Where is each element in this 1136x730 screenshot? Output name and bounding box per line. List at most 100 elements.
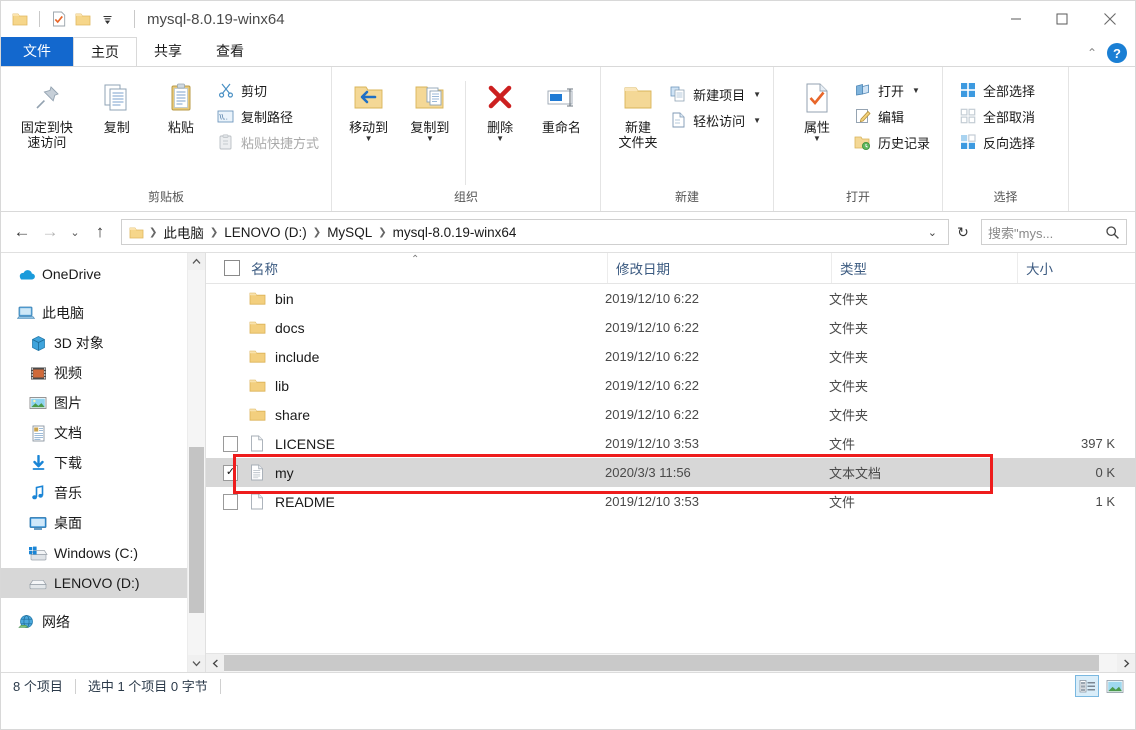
row-checkbox[interactable] (223, 291, 238, 306)
help-icon[interactable]: ? (1107, 43, 1127, 63)
customize-qat-dropdown-icon[interactable] (98, 10, 116, 28)
row-checkbox[interactable] (223, 493, 238, 510)
delete-caret-icon[interactable]: ▼ (496, 135, 504, 143)
scrollbar-track[interactable] (188, 270, 205, 655)
invert-selection-button[interactable]: 反向选择 (955, 131, 1039, 153)
select-all-checkbox[interactable] (224, 260, 240, 276)
sidebar-item-3d-objects[interactable]: 3D 对象 (1, 328, 187, 358)
table-row[interactable]: lib 2019/12/10 6:22 文件夹 (206, 371, 1135, 400)
table-row[interactable]: include 2019/12/10 6:22 文件夹 (206, 342, 1135, 371)
search-box[interactable]: 搜索"mys... (981, 219, 1127, 245)
collapse-ribbon-icon[interactable]: ⌃ (1087, 46, 1097, 60)
new-folder-icon[interactable] (74, 10, 92, 28)
breadcrumb-sep-2[interactable]: ❯ (310, 227, 324, 238)
properties-caret-icon[interactable]: ▼ (813, 135, 821, 143)
maximize-button[interactable] (1039, 1, 1085, 37)
search-icon[interactable] (1105, 225, 1120, 240)
move-to-caret-icon[interactable]: ▼ (365, 135, 373, 143)
table-row[interactable]: bin 2019/12/10 6:22 文件夹 (206, 284, 1135, 313)
sidebar-item-downloads[interactable]: 下载 (1, 448, 187, 478)
hscrollbar-thumb[interactable] (224, 655, 1100, 671)
checkbox-box-checked[interactable]: ✓ (223, 464, 238, 481)
sidebar-item-network[interactable]: 网络 (1, 607, 187, 637)
breadcrumb-item-1[interactable]: LENOVO (D:) (221, 225, 310, 240)
row-checkbox[interactable] (223, 435, 238, 452)
breadcrumb-item-3[interactable]: mysql-8.0.19-winx64 (390, 225, 520, 240)
sidebar-item-music[interactable]: 音乐 (1, 478, 187, 508)
new-item-button[interactable]: 新建项目 ▼ (665, 83, 765, 105)
tab-share[interactable]: 共享 (137, 37, 199, 66)
sidebar-item-lenovo-d[interactable]: LENOVO (D:) (1, 568, 187, 598)
column-header-type[interactable]: 类型 (832, 253, 1018, 283)
recent-locations-button[interactable]: ⌄ (65, 219, 85, 245)
rename-button[interactable]: 重命名 (531, 75, 592, 137)
sidebar-item-windows-c[interactable]: Windows (C:) (1, 538, 187, 568)
copy-to-caret-icon[interactable]: ▼ (426, 135, 434, 143)
copy-to-button[interactable]: 复制到 ▼ (399, 75, 460, 144)
scroll-right-button[interactable] (1117, 654, 1135, 672)
scroll-up-button[interactable] (188, 253, 205, 270)
folder-icon[interactable] (11, 10, 29, 28)
checkbox-box[interactable] (223, 493, 238, 510)
row-checkbox[interactable]: ✓ (223, 464, 238, 481)
move-to-button[interactable]: 移动到 ▼ (338, 75, 399, 144)
table-row[interactable]: share 2019/12/10 6:22 文件夹 (206, 400, 1135, 429)
column-header-date[interactable]: 修改日期 (608, 253, 832, 283)
tab-home[interactable]: 主页 (73, 37, 137, 66)
edit-button[interactable]: 编辑 (850, 105, 934, 127)
close-button[interactable] (1085, 1, 1135, 37)
sidebar-item-desktop[interactable]: 桌面 (1, 508, 187, 538)
breadcrumb-item-0[interactable]: 此电脑 (160, 222, 207, 242)
table-row[interactable]: README 2019/12/10 3:53 文件 1 K (206, 487, 1135, 516)
search-input[interactable]: 搜索"mys... (988, 223, 1105, 242)
new-item-caret-icon[interactable]: ▼ (753, 90, 761, 99)
details-view-button[interactable] (1075, 675, 1099, 697)
large-icons-view-button[interactable] (1103, 675, 1127, 697)
row-checkbox[interactable] (223, 320, 238, 335)
table-row[interactable]: ✓ my 2020/3/3 11:56 文本文档 0 K (206, 458, 1135, 487)
scroll-down-button[interactable] (188, 655, 205, 672)
easy-access-button[interactable]: 轻松访问 ▼ (665, 109, 765, 131)
sidebar-item-documents[interactable]: 文档 (1, 418, 187, 448)
breadcrumb-dropdown-icon[interactable]: ⌄ (921, 226, 944, 239)
delete-button[interactable]: 删除 ▼ (469, 75, 530, 144)
scrollbar-thumb[interactable] (189, 447, 204, 613)
forward-button[interactable]: → (37, 219, 63, 245)
properties-icon[interactable] (50, 10, 68, 28)
navigation-scrollbar[interactable] (187, 253, 205, 672)
open-caret-icon[interactable]: ▼ (912, 86, 920, 95)
paste-button[interactable]: 粘贴 (149, 75, 213, 137)
row-checkbox[interactable] (223, 349, 238, 364)
column-header-size[interactable]: 大小 (1018, 253, 1118, 283)
refresh-button[interactable]: ↻ (951, 219, 975, 245)
breadcrumb-sep-3[interactable]: ❯ (375, 227, 389, 238)
pin-to-quick-access-button[interactable]: 固定到快 速访问 (9, 75, 85, 152)
breadcrumb[interactable]: ❯ 此电脑 ❯ LENOVO (D:) ❯ MySQL ❯ mysql-8.0.… (121, 219, 949, 245)
table-row[interactable]: docs 2019/12/10 6:22 文件夹 (206, 313, 1135, 342)
easy-access-caret-icon[interactable]: ▼ (753, 116, 761, 125)
breadcrumb-sep-1[interactable]: ❯ (207, 227, 221, 238)
horizontal-scrollbar[interactable] (206, 653, 1135, 672)
minimize-button[interactable] (993, 1, 1039, 37)
checkbox-box[interactable] (223, 435, 238, 452)
new-folder-button[interactable]: 新建 文件夹 (611, 75, 665, 152)
select-all-button[interactable]: 全部选择 (955, 79, 1039, 101)
up-button[interactable]: ↑ (87, 219, 113, 245)
hscrollbar-track[interactable] (224, 654, 1117, 672)
row-checkbox[interactable] (223, 407, 238, 422)
tab-view[interactable]: 查看 (199, 37, 261, 66)
row-checkbox[interactable] (223, 378, 238, 393)
history-button[interactable]: 历史记录 (850, 131, 934, 153)
sidebar-item-pictures[interactable]: 图片 (1, 388, 187, 418)
sidebar-item-videos[interactable]: 视频 (1, 358, 187, 388)
select-none-button[interactable]: 全部取消 (955, 105, 1039, 127)
sidebar-item-onedrive[interactable]: OneDrive (1, 259, 187, 289)
back-button[interactable]: ← (9, 219, 35, 245)
tab-file[interactable]: 文件 (1, 37, 73, 66)
open-button[interactable]: 打开 ▼ (850, 79, 934, 101)
cut-button[interactable]: 剪切 (213, 79, 323, 101)
copy-path-button[interactable]: \\.. 复制路径 (213, 105, 323, 127)
scroll-left-button[interactable] (206, 654, 224, 672)
table-row[interactable]: LICENSE 2019/12/10 3:53 文件 397 K (206, 429, 1135, 458)
breadcrumb-item-2[interactable]: MySQL (324, 225, 375, 240)
